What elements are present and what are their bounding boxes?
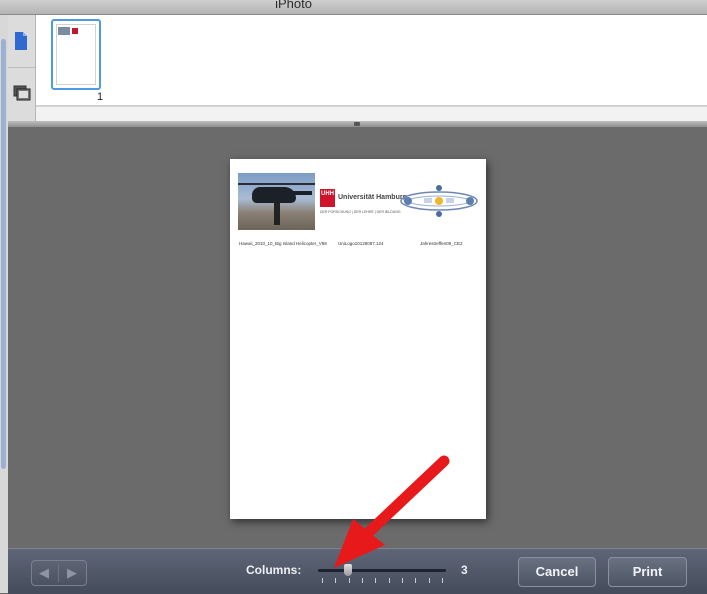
slider-tick — [388, 578, 390, 583]
thumbnail-logo — [72, 28, 78, 34]
university-name: Universität Hamburg — [338, 194, 407, 201]
previous-page-icon[interactable]: ◀ — [36, 565, 52, 581]
columns-slider-ticks — [322, 578, 444, 584]
print-button[interactable]: Print — [608, 557, 687, 587]
columns-slider-knob[interactable] — [344, 564, 352, 576]
page-thumbnail-selected[interactable] — [51, 19, 101, 90]
helicopter-photo — [238, 173, 315, 230]
left-scrollbar[interactable] — [1, 39, 6, 469]
next-page-icon[interactable]: ▶ — [64, 565, 80, 581]
print-preview-area: UHH Universität Hamburg DER FORSCHUNG | … — [8, 127, 707, 548]
photo-caption: Hawaii_2010_10_Big Island Helicopter_V88 — [239, 241, 327, 246]
slider-tick — [428, 578, 430, 583]
slider-tick — [322, 578, 323, 583]
slider-tick — [402, 578, 403, 583]
rail-divider — [8, 67, 35, 68]
thumbnail-photo — [58, 27, 70, 35]
slider-tick — [442, 578, 443, 583]
thumbnail-area: 1 — [8, 15, 707, 122]
page-thumbnail-strip: 1 — [36, 15, 707, 106]
window-titlebar: iPhoto — [0, 0, 707, 15]
slider-tick — [375, 578, 377, 583]
meeting-logo — [400, 185, 478, 217]
view-mode-rail — [8, 15, 36, 121]
university-logo: UHH Universität Hamburg DER FORSCHUNG | … — [320, 185, 407, 217]
bottom-toolbar: ◀ ▶ Columns: 3 Cancel Print — [8, 548, 707, 594]
cancel-button[interactable]: Cancel — [518, 557, 596, 587]
page-number-label: 1 — [96, 91, 104, 103]
photo-caption: UniLogo10128087.124 — [338, 241, 384, 246]
columns-value: 3 — [461, 563, 468, 577]
page-view-icon[interactable] — [13, 31, 29, 51]
slider-tick — [415, 578, 417, 583]
photo-caption: Jahrestreffen09_CE2 — [420, 241, 463, 246]
slider-tick — [362, 578, 363, 583]
uhh-logo-mark: UHH — [320, 189, 335, 207]
preview-page: UHH Universität Hamburg DER FORSCHUNG | … — [230, 159, 486, 519]
thumbnail-scrollbar[interactable] — [36, 106, 707, 122]
columns-slider[interactable] — [318, 569, 446, 572]
slider-tick — [335, 578, 337, 583]
page-thumbnail-image — [56, 24, 96, 85]
page-nav-buttons: ◀ ▶ — [31, 560, 87, 586]
window-title: iPhoto — [275, 0, 312, 11]
divider-grip[interactable] — [354, 122, 360, 126]
columns-label: Columns: — [246, 563, 302, 577]
photo-view-icon[interactable] — [13, 85, 31, 101]
university-subline: DER FORSCHUNG | DER LEHRE | DER BILDUNG — [320, 210, 401, 214]
slider-tick — [348, 578, 350, 583]
